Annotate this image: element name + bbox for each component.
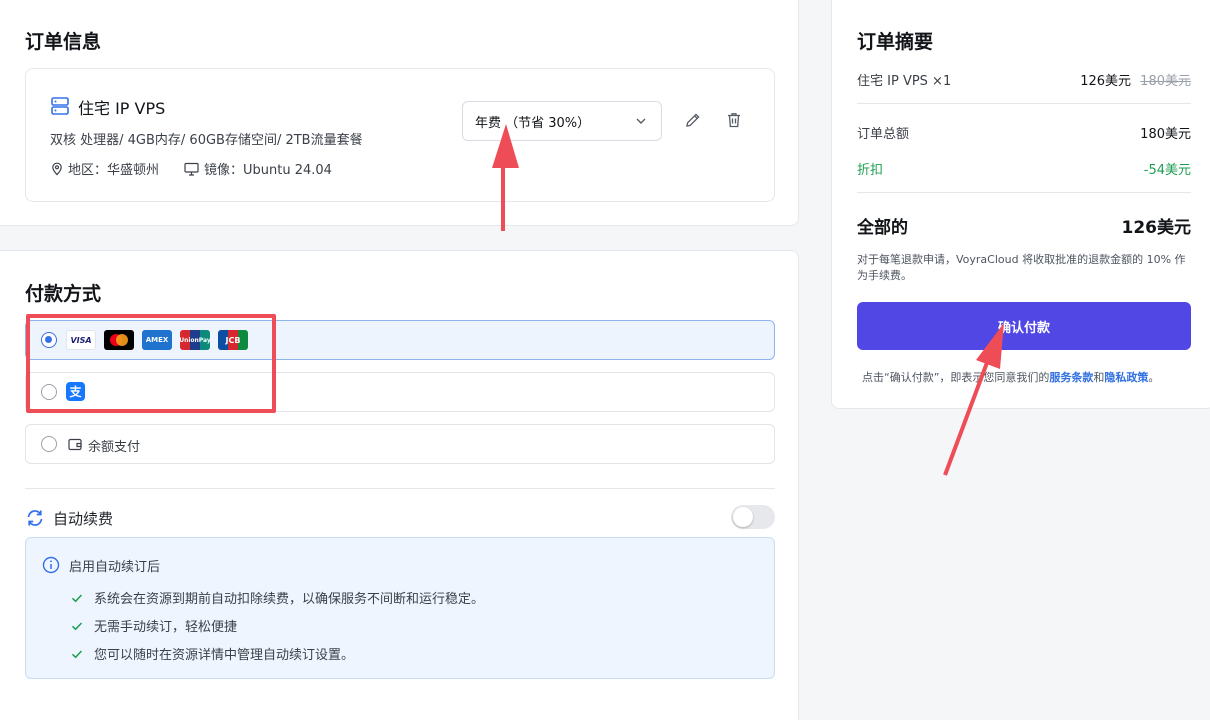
annotation-arrows [492,124,1004,476]
annotation-arrow-confirm [943,323,1004,476]
annotation-arrow-billing [492,124,519,231]
